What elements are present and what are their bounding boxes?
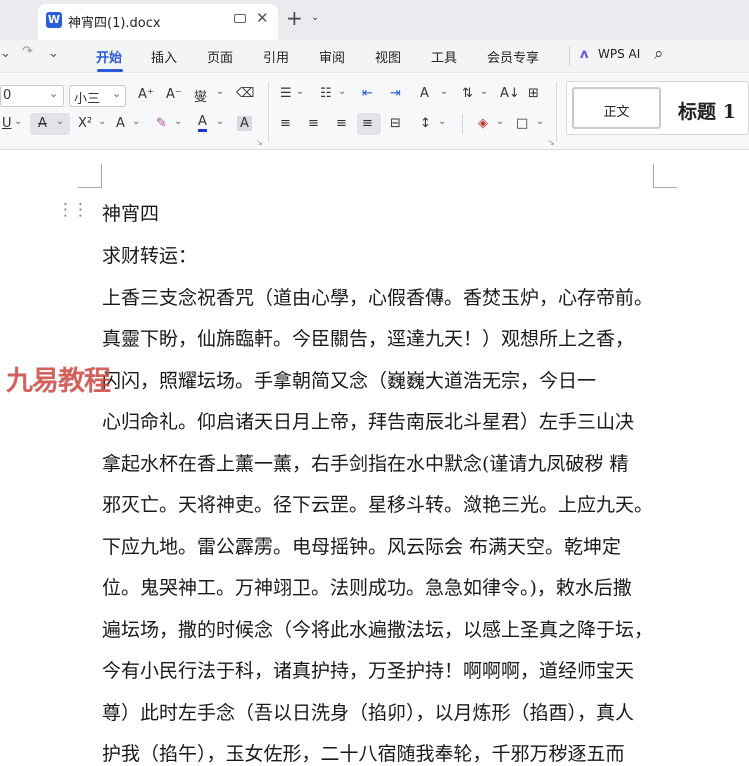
- underline-button[interactable]: U: [2, 116, 12, 131]
- doc-line[interactable]: 尊）此时左手念（吾以日洗身（掐卯），以月炼形（掐酉），真人: [102, 698, 634, 725]
- tab-member[interactable]: 会员专享: [487, 47, 539, 66]
- decrease-indent-icon[interactable]: ⇤: [362, 86, 373, 101]
- font-name-value: 0: [3, 88, 12, 103]
- doc-line[interactable]: 求财转运：: [102, 241, 197, 268]
- char-shading-button[interactable]: A: [237, 116, 252, 131]
- chevron-down-icon: ⌄: [112, 87, 122, 100]
- ribbon-divider: [268, 82, 269, 142]
- menu-divider: [569, 46, 570, 66]
- chevron-down-icon[interactable]: ⌄: [98, 116, 106, 127]
- page-corner-mark: [653, 164, 677, 188]
- document-tab[interactable]: W 神宵四(1).docx ✕: [38, 4, 278, 40]
- chevron-down-icon[interactable]: ⌄: [311, 12, 319, 23]
- document-tab-title: 神宵四(1).docx: [68, 16, 161, 31]
- sort-icon[interactable]: ⇅: [462, 86, 473, 101]
- line-spacing-icon[interactable]: ↕: [420, 116, 431, 131]
- font-name-select[interactable]: 0 ⌄: [0, 85, 64, 107]
- chevron-down-icon[interactable]: ⌄: [338, 86, 346, 97]
- tab-review[interactable]: 审阅: [319, 47, 345, 66]
- chevron-down-icon: ⌄: [49, 87, 59, 100]
- redo-icon[interactable]: ↷: [22, 44, 33, 59]
- tab-page[interactable]: 页面: [207, 47, 233, 66]
- window-icon[interactable]: [234, 14, 246, 23]
- tab-start[interactable]: 开始: [96, 47, 122, 66]
- increase-indent-icon[interactable]: ⇥: [390, 86, 401, 101]
- chevron-down-icon[interactable]: ⌄: [480, 86, 488, 97]
- font-size-value: 小三: [74, 92, 101, 107]
- bullets-icon[interactable]: ☰: [280, 86, 292, 101]
- chevron-down-icon[interactable]: ⌄: [174, 116, 182, 127]
- doc-line[interactable]: 邪灭亡。天将神吏。径下云罡。星移斗转。潋艳三光。上应九天。: [102, 490, 653, 517]
- tab-view[interactable]: 视图: [375, 47, 401, 66]
- wps-ai-button[interactable]: WPS AI: [598, 47, 640, 61]
- font-color-button[interactable]: A: [198, 114, 207, 132]
- doc-line[interactable]: 下应九地。雷公霹雳。电母摇钟。风云际会 布满天空。乾坤定: [102, 532, 621, 559]
- highlight-icon[interactable]: ✎: [156, 116, 167, 131]
- paragraph-drag-handle-icon[interactable]: ⋮⋮: [57, 200, 89, 220]
- clear-format-icon[interactable]: ⌫: [236, 86, 254, 101]
- chevron-down-icon[interactable]: ⌄: [438, 116, 446, 127]
- close-tab-icon[interactable]: ✕: [256, 9, 269, 27]
- chevron-down-icon[interactable]: ⌄: [216, 86, 224, 97]
- watermark-text: 九易教程: [6, 366, 111, 397]
- chevron-down-icon[interactable]: ⌄: [216, 116, 224, 127]
- shrink-font-button[interactable]: A⁻: [166, 87, 182, 102]
- border-icon[interactable]: □: [516, 116, 528, 131]
- chevron-down-icon[interactable]: ⌄: [536, 116, 544, 127]
- align-left-icon[interactable]: ≡: [280, 116, 291, 131]
- doc-line[interactable]: 拿起水杯在香上薰一薰，右手剑指在水中默念(谨请九凤破秽 精: [102, 449, 628, 476]
- paragraph-dialog-launcher-icon[interactable]: ↘: [548, 138, 555, 147]
- doc-line[interactable]: 今有小民行法于科，诸真护持，万圣护持！啊啊啊，道经师宝天: [102, 656, 634, 683]
- pinyin-guide-button[interactable]: 燮: [194, 86, 207, 105]
- doc-line[interactable]: 真靈下盼，仙旆臨軒。今臣關告，逕達九天！）观想所上之香，: [102, 324, 634, 351]
- chevron-down-icon[interactable]: ⌄: [296, 86, 304, 97]
- justify-icon[interactable]: ≡: [362, 116, 373, 131]
- align-center-icon[interactable]: ≡: [308, 116, 319, 131]
- distribute-icon[interactable]: ⊟: [390, 116, 401, 131]
- wps-ai-icon: ʌ: [580, 47, 589, 62]
- new-tab-button[interactable]: +: [286, 6, 303, 30]
- doc-heading[interactable]: 神宵四: [102, 199, 159, 226]
- page-corner-mark: [78, 164, 102, 188]
- active-tab-indicator: [97, 69, 123, 72]
- undo-menu-icon[interactable]: ⌄: [0, 46, 11, 61]
- text-direction-icon[interactable]: A: [420, 86, 429, 101]
- doc-line[interactable]: 心归命礼。仰启诸天日月上帝，拜告南辰北斗星君）左手三山决: [102, 407, 634, 434]
- tab-references[interactable]: 引用: [263, 47, 289, 66]
- grow-font-button[interactable]: A⁺: [138, 87, 154, 102]
- doc-line[interactable]: 护我（掐午），玉女佐形，二十八宿随我奉轮，千邪万秽逐五而: [102, 739, 625, 766]
- superscript-button[interactable]: X²: [78, 116, 92, 131]
- doc-line[interactable]: 上香三支念祝香咒（道由心學，心假香傳。香焚玉炉，心存帝前。: [102, 283, 653, 310]
- strikethrough-button[interactable]: A: [38, 116, 47, 131]
- doc-line[interactable]: 遍坛场，撒的时候念（今将此水遍撒法坛，以感上圣真之降于坛，: [102, 615, 653, 642]
- chevron-down-icon[interactable]: ⌄: [14, 116, 22, 127]
- wps-writer-icon: W: [46, 12, 62, 28]
- chevron-down-icon[interactable]: ⌄: [56, 116, 64, 127]
- search-icon[interactable]: ⌕: [654, 44, 664, 64]
- chevron-down-icon[interactable]: ⌄: [496, 116, 504, 127]
- table-grid-icon[interactable]: ⊞: [528, 86, 539, 101]
- font-size-select[interactable]: 小三 ⌄: [69, 85, 126, 107]
- ribbon-divider: [556, 82, 557, 142]
- chinese-layout-icon[interactable]: A↓: [500, 86, 520, 101]
- doc-line[interactable]: 位。鬼哭神工。万神翊卫。法则成功。急急如律令。)，敕水后撒: [102, 573, 632, 600]
- style-normal-label: 正文: [603, 105, 630, 120]
- numbering-icon[interactable]: ☷: [320, 86, 332, 101]
- tab-tools[interactable]: 工具: [431, 47, 457, 66]
- tab-insert[interactable]: 插入: [151, 47, 177, 66]
- style-heading1-button[interactable]: 标题 1: [678, 97, 736, 124]
- ribbon-divider: [462, 114, 463, 134]
- text-effect-button[interactable]: A: [116, 116, 125, 131]
- chevron-down-icon[interactable]: ⌄: [132, 116, 140, 127]
- align-right-icon[interactable]: ≡: [336, 116, 347, 131]
- quick-access-more-icon[interactable]: ⌄: [48, 46, 59, 61]
- chevron-down-icon[interactable]: ⌄: [440, 86, 448, 97]
- font-dialog-launcher-icon[interactable]: ↘: [256, 138, 263, 147]
- doc-line[interactable]: 闪闪，照耀坛场。手拿朝简又念（巍巍大道浩无宗，今日一: [102, 366, 596, 393]
- style-normal-button[interactable]: 正文: [572, 87, 661, 129]
- shading-icon[interactable]: ◈: [478, 116, 488, 131]
